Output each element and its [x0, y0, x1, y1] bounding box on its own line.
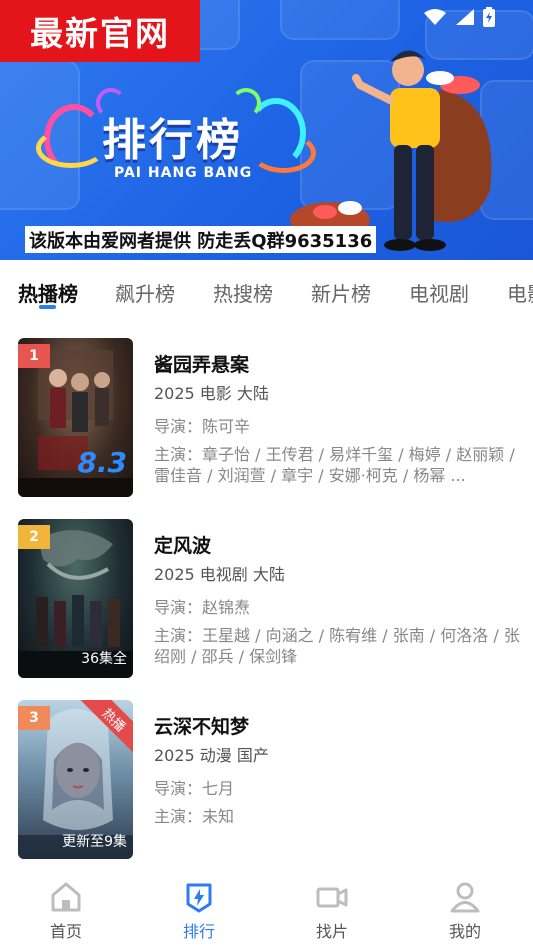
- nav-ranking[interactable]: 排行: [159, 880, 239, 942]
- banner-subtitle: PAI HANG BANG: [114, 165, 253, 181]
- wifi-icon: [424, 9, 446, 25]
- item-cast: 主演：章子怡 / 王传君 / 易烊千玺 / 梅婷 / 赵丽颖 / 雷佳音 / 刘…: [154, 445, 515, 485]
- tab-hot-search[interactable]: 热搜榜: [213, 278, 273, 307]
- ribbon-decoration: [36, 128, 106, 168]
- signal-icon: [456, 9, 474, 25]
- episode-status: 更新至9集: [62, 834, 127, 850]
- rank-badge: 1: [18, 344, 50, 368]
- nav-label: 找片: [315, 922, 348, 941]
- nav-label: 我的: [448, 922, 481, 941]
- item-title[interactable]: 酱园弄悬案: [154, 350, 249, 377]
- item-cast: 主演：王星越 / 向涵之 / 陈宥维 / 张南 / 何洛洛 / 张绍刚 / 邵兵…: [154, 626, 520, 666]
- tab-movies[interactable]: 电影: [507, 278, 533, 307]
- item-meta: 2025 电影 大陆: [154, 384, 269, 403]
- item-director: 导演：七月: [154, 779, 235, 798]
- item-title[interactable]: 云深不知梦: [154, 712, 249, 739]
- tab-rising[interactable]: 飙升榜: [115, 278, 175, 307]
- nav-label: 首页: [49, 922, 82, 941]
- tab-indicator: [39, 305, 56, 309]
- poster[interactable]: 2 36集全: [18, 519, 133, 678]
- nav-find[interactable]: 找片: [292, 880, 372, 942]
- ranking-banner: 最新官网 排行榜 PAI HANG BANG 该版本由爱网者提供 防走丢Q群96…: [0, 0, 533, 260]
- item-meta: 2025 电视剧 大陆: [154, 565, 285, 584]
- rank-badge: 3: [18, 706, 50, 730]
- rank-badge: 2: [18, 525, 50, 549]
- nav-home[interactable]: 首页: [26, 880, 106, 942]
- tab-hot-play[interactable]: 热播榜: [18, 278, 78, 307]
- site-badge[interactable]: 最新官网: [0, 0, 200, 62]
- nav-label: 排行: [182, 922, 215, 941]
- banner-tile: [280, 0, 400, 40]
- poster[interactable]: 1 8.3: [18, 338, 133, 497]
- ranking-title-art: 排行榜 PAI HANG BANG: [36, 88, 316, 198]
- bottom-navigation: 首页 排行 找片 我的: [0, 868, 533, 948]
- home-icon: [51, 882, 81, 912]
- list-item[interactable]: 热播 3 更新至9集 云深不知梦 2025 动漫 国产 导演：七月 主演：未知: [0, 700, 533, 860]
- tab-new-release[interactable]: 新片榜: [311, 278, 371, 307]
- item-cast: 主演：未知: [154, 807, 235, 826]
- video-camera-icon: [316, 887, 348, 908]
- item-meta: 2025 动漫 国产: [154, 746, 269, 765]
- status-bar: [423, 7, 495, 27]
- item-director: 导演：赵锦焘: [154, 598, 251, 617]
- score-badge: 8.3: [77, 446, 127, 479]
- episode-status: 36集全: [81, 651, 127, 667]
- banner-title: 排行榜: [102, 115, 243, 166]
- list-item[interactable]: 2 36集全 定风波 2025 电视剧 大陆 导演：赵锦焘 主演：王星越 / 向…: [0, 519, 533, 679]
- banner-notice: 该版本由爱网者提供 防走丢Q群9635136: [25, 226, 377, 253]
- poster[interactable]: 热播 3 更新至9集: [18, 700, 133, 859]
- battery-icon: [483, 7, 495, 27]
- ranking-tabs: 热播榜 飙升榜 热搜榜 新片榜 电视剧 电影: [0, 260, 533, 320]
- user-icon: [450, 882, 480, 913]
- ranking-icon: [186, 883, 212, 913]
- app-screen: 最新官网 排行榜 PAI HANG BANG 该版本由爱网者提供 防走丢Q群96…: [0, 0, 533, 948]
- tab-tv-series[interactable]: 电视剧: [409, 278, 469, 307]
- item-title[interactable]: 定风波: [154, 531, 211, 558]
- item-director: 导演：陈可辛: [154, 417, 251, 436]
- list-item[interactable]: 1 8.3 酱园弄悬案 2025 电影 大陆 导演：陈可辛 主演：章子怡 / 王…: [0, 338, 533, 498]
- nav-profile[interactable]: 我的: [425, 880, 505, 942]
